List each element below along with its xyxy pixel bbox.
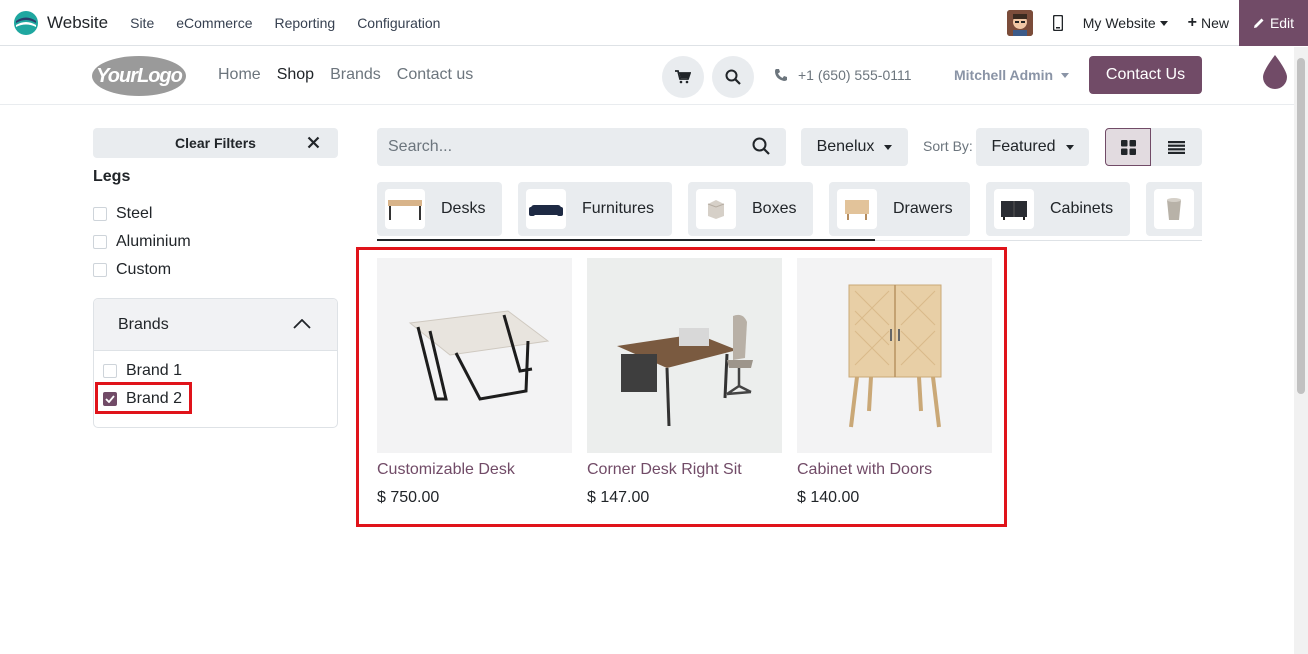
list-view-button[interactable]: [1151, 128, 1202, 166]
checkbox[interactable]: [93, 207, 107, 221]
scrollbar-thumb[interactable]: [1297, 58, 1305, 394]
checkbox[interactable]: [93, 263, 107, 277]
product-search-input[interactable]: Search...: [377, 128, 786, 166]
category-cabinets[interactable]: Cabinets: [986, 182, 1130, 236]
main-nav: Home Shop Brands Contact us: [218, 66, 473, 84]
search-icon[interactable]: [752, 137, 770, 155]
category-label: Furnitures: [582, 200, 655, 217]
menu-ecommerce[interactable]: eCommerce: [176, 15, 252, 31]
caret-down-icon: [884, 144, 893, 150]
desk-thumbnail: [385, 189, 425, 229]
category-desks[interactable]: Desks: [377, 182, 502, 236]
sort-value: Featured: [991, 138, 1056, 155]
contact-us-button[interactable]: Contact Us: [1089, 56, 1202, 94]
category-label: Drawers: [893, 200, 953, 217]
category-scroll-indicator: [377, 239, 875, 241]
cabinet-thumbnail: [994, 189, 1034, 229]
nav-brands[interactable]: Brands: [330, 66, 381, 84]
cart-button[interactable]: [662, 56, 704, 98]
drawer-thumbnail: [837, 189, 877, 229]
new-button[interactable]: + New: [1188, 14, 1229, 32]
website-header: YourLogo Home Shop Brands Contact us +1 …: [0, 47, 1294, 105]
filter-brand-1[interactable]: Brand 1: [103, 362, 182, 380]
caret-down-icon: [1065, 144, 1074, 150]
site-logo[interactable]: YourLogo: [92, 56, 186, 96]
filter-label: Custom: [116, 261, 172, 278]
grid-icon: [1120, 139, 1136, 155]
brands-filter-title: Brands: [118, 315, 169, 333]
my-website-dropdown[interactable]: My Website: [1083, 15, 1168, 31]
edit-button[interactable]: Edit: [1239, 0, 1308, 46]
plus-icon: +: [1187, 14, 1197, 31]
annotation-highlight-box: [356, 247, 1007, 527]
user-name: Mitchell Admin: [954, 67, 1054, 83]
mobile-preview-icon[interactable]: [1051, 13, 1065, 33]
odoo-admin-navbar: Website Site eCommerce Reporting Configu…: [0, 0, 1308, 46]
box-thumbnail: [696, 189, 736, 229]
category-furnitures[interactable]: Furnitures: [518, 182, 672, 236]
phone-number: +1 (650) 555-0111: [798, 67, 912, 83]
nav-contact-us[interactable]: Contact us: [397, 66, 473, 84]
theme-drop-icon[interactable]: [1262, 53, 1288, 94]
category-carousel: Desks Furnitures Boxes Drawers Cabinets: [377, 182, 1202, 240]
my-website-label: My Website: [1082, 15, 1156, 31]
clear-filters-label: Clear Filters: [175, 135, 256, 151]
search-toggle-button[interactable]: [712, 56, 754, 98]
list-icon: [1168, 140, 1185, 154]
header-phone[interactable]: +1 (650) 555-0111: [774, 67, 912, 83]
chevron-up-icon: [293, 319, 311, 329]
category-label: Boxes: [752, 200, 797, 217]
sofa-thumbnail: [526, 189, 566, 229]
clear-filters-button[interactable]: Clear Filters: [93, 128, 338, 158]
edit-label: Edit: [1269, 15, 1295, 31]
bin-thumbnail: [1154, 189, 1194, 229]
category-boxes[interactable]: Boxes: [688, 182, 813, 236]
user-avatar[interactable]: [1006, 10, 1033, 36]
search-icon: [725, 69, 741, 85]
filter-label: Aluminium: [116, 233, 191, 250]
new-label: New: [1200, 15, 1229, 31]
nav-home[interactable]: Home: [218, 66, 261, 84]
menu-configuration[interactable]: Configuration: [357, 15, 440, 31]
grid-view-button[interactable]: [1105, 128, 1151, 166]
filter-label: Brand 1: [126, 362, 183, 379]
legs-filter-title: Legs: [93, 168, 131, 185]
filter-legs-custom[interactable]: Custom: [93, 261, 171, 279]
search-placeholder: Search...: [388, 138, 453, 155]
filter-legs-aluminium[interactable]: Aluminium: [93, 233, 191, 251]
checkbox[interactable]: [93, 235, 107, 249]
website-app-icon[interactable]: [13, 10, 39, 36]
menu-site[interactable]: Site: [130, 15, 154, 31]
sort-dropdown[interactable]: Featured: [976, 128, 1089, 166]
category-label: Cabinets: [1050, 200, 1114, 217]
user-menu[interactable]: Mitchell Admin: [954, 67, 1070, 83]
app-name[interactable]: Website: [47, 13, 108, 33]
menu-reporting[interactable]: Reporting: [274, 15, 335, 31]
filter-label: Steel: [116, 205, 153, 222]
phone-icon: [775, 69, 787, 81]
category-label: Desks: [441, 200, 486, 217]
filter-legs-steel[interactable]: Steel: [93, 205, 152, 223]
logo-text: YourLogo: [96, 64, 183, 87]
pricelist-value: Benelux: [816, 138, 875, 155]
caret-down-icon: [1061, 72, 1070, 78]
category-drawers[interactable]: Drawers: [829, 182, 970, 236]
sort-by-label: Sort By:: [923, 138, 973, 154]
close-icon: [307, 136, 320, 149]
caret-down-icon: [1159, 20, 1168, 26]
pricelist-dropdown[interactable]: Benelux: [801, 128, 908, 166]
checkbox[interactable]: [103, 364, 117, 378]
annotation-highlight-box: [95, 382, 192, 414]
brands-filter-header[interactable]: Brands: [94, 299, 337, 351]
category-bins[interactable]: [1146, 182, 1202, 236]
nav-shop[interactable]: Shop: [277, 66, 314, 84]
cart-icon: [675, 70, 691, 84]
pencil-icon: [1253, 18, 1264, 28]
